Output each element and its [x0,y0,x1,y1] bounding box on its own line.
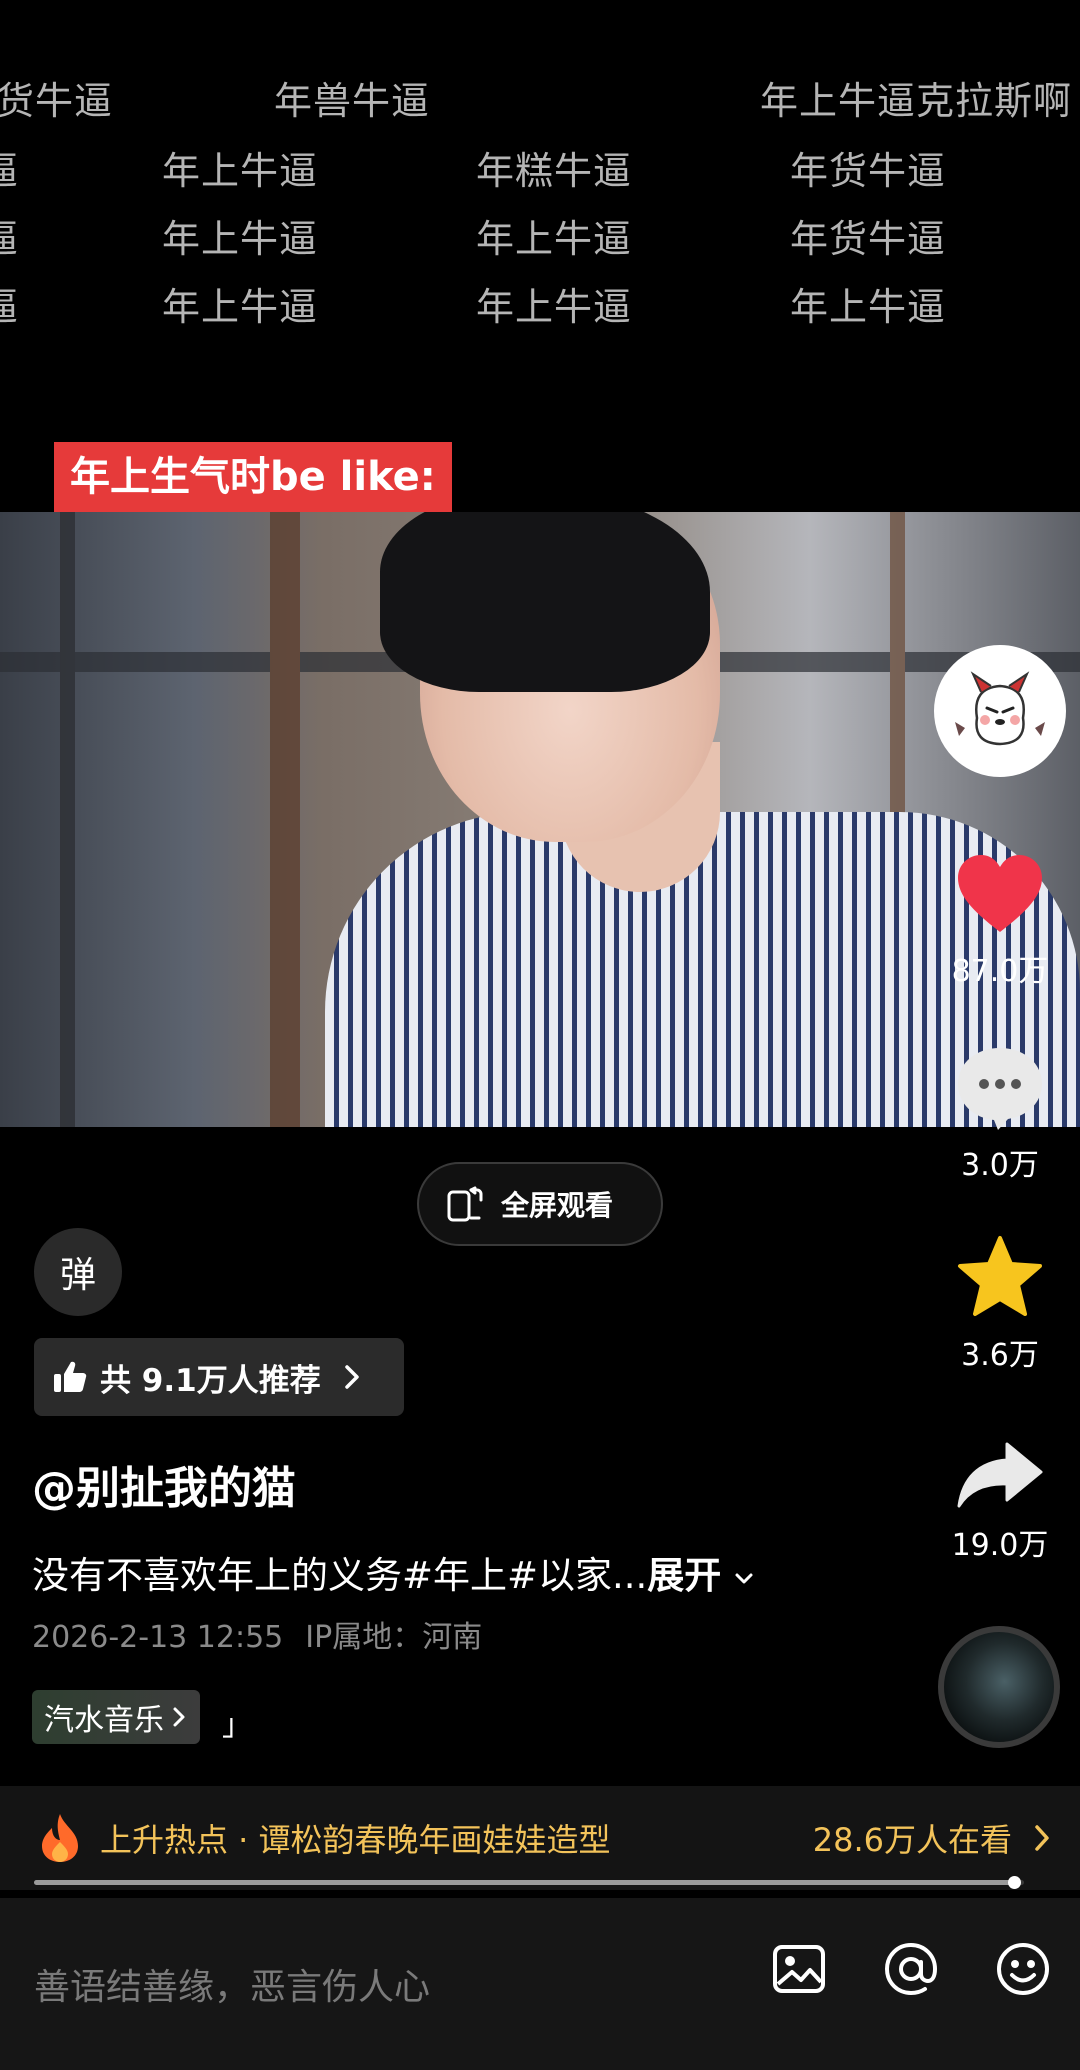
avatar-image [937,648,1063,774]
fullscreen-icon [447,1186,483,1222]
at-icon[interactable] [882,1940,940,1998]
share-button[interactable]: 19.0万 [930,1440,1070,1564]
chevron-right-icon [173,1707,185,1727]
progress-fill [34,1880,1015,1885]
music-label: 汽水音乐 [44,1703,164,1738]
comment-count: 3.0万 [961,1148,1039,1183]
wall-text: 货牛逼 [0,79,114,123]
wall-text: 年上牛逼 [162,217,319,261]
video-description[interactable]: 没有不喜欢年上的义务#年上#以家...展开 [32,1545,755,1599]
wall-text: 年货牛逼 [790,149,947,193]
emoji-icon[interactable] [994,1940,1052,1998]
expand-button[interactable]: 展开 [647,1554,721,1597]
comment-icon [958,1048,1042,1130]
wall-text: 年上牛逼 [162,285,319,329]
wall-text: 年货牛逼 [790,217,947,261]
progress-handle[interactable] [1008,1876,1022,1889]
video-figure-hair [380,512,710,692]
comment-input-bar: 善语结善缘，恶言伤人心 [0,1898,1080,2070]
description-text: 没有不喜欢年上的义务#年上#以家... [32,1554,648,1597]
image-icon[interactable] [770,1940,828,1998]
danmaku-label: 弹 [59,1255,96,1296]
post-meta: 2026-2-13 12:55 IP属地：河南 [32,1612,482,1656]
recommend-chip[interactable]: 共 9.1万人推荐 [34,1338,404,1416]
star-icon [958,1236,1042,1316]
input-actions [770,1940,1052,1998]
music-extra-text: 」 [222,1708,252,1743]
wall-text: 年上牛逼 [476,285,633,329]
video-progress-bar[interactable] [34,1876,1024,1889]
wall-text: 逼 [0,140,19,195]
wall-text: 年上牛逼 [790,285,947,329]
music-disc-icon[interactable] [938,1626,1060,1748]
wall-text: 年上牛逼克拉斯啊 [760,79,1073,123]
like-count: 87.0万 [951,954,1049,989]
comment-button[interactable]: 3.0万 [930,1044,1070,1184]
danmaku-toggle[interactable]: 弹 [34,1228,122,1316]
fullscreen-button[interactable]: 全屏观看 [417,1162,663,1246]
chevron-right-icon [344,1365,359,1389]
heart-icon [958,855,1042,932]
trending-title: 上升热点 · 谭松韵春晚年画娃娃造型 [100,1821,611,1859]
recommend-label: 共 9.1万人推荐 [100,1362,321,1399]
author-name[interactable]: @别扯我的猫 [32,1452,296,1516]
wall-text: 年上牛逼 [162,149,319,193]
flame-icon [42,1814,78,1862]
wall-text: 逼 [0,276,19,331]
creator-avatar[interactable] [934,645,1066,777]
wall-text: 年兽牛逼 [274,79,431,123]
chevron-down-icon [735,1573,753,1584]
music-tag[interactable]: 汽水音乐 [32,1690,200,1744]
trending-bar[interactable]: 上升热点 · 谭松韵春晚年画娃娃造型 28.6万人在看 [0,1786,1080,1890]
post-location: IP属地：河南 [305,1620,483,1655]
trending-viewers: 28.6万人在看 [812,1821,1012,1859]
favorite-button[interactable]: 3.6万 [930,1234,1070,1374]
video-player[interactable] [0,512,1080,1127]
wall-text: 年上牛逼 [476,217,633,261]
wall-text: 年糕牛逼 [476,149,633,193]
like-button[interactable]: 87.0万 [930,852,1070,990]
wall-text: 逼 [0,208,19,263]
text-wall: 货牛逼 年兽牛逼 年上牛逼克拉斯啊 逼 年上牛逼 年糕牛逼 年货牛逼 逼 年上牛… [0,0,1080,360]
share-arrow-icon [957,1442,1043,1508]
thumbs-up-icon [54,1361,87,1392]
chevron-right-icon [1035,1825,1049,1851]
favorite-count: 3.6万 [961,1338,1039,1373]
video-caption: 年上生气时be like: [54,442,452,512]
share-count: 19.0万 [951,1528,1049,1563]
post-datetime: 2026-2-13 12:55 [32,1620,284,1655]
comment-input[interactable]: 善语结善缘，恶言伤人心 [34,1958,430,2010]
fullscreen-label: 全屏观看 [501,1189,614,1222]
